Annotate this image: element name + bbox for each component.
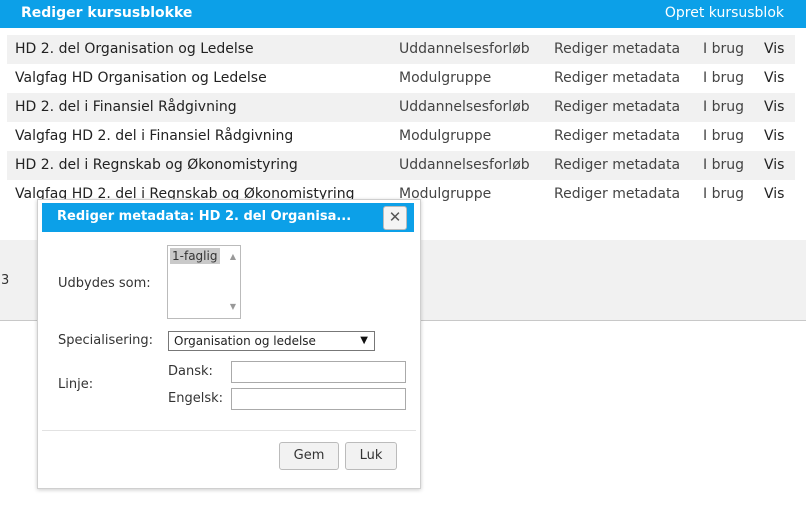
row-name: HD 2. del i Finansiel Rådgivning bbox=[15, 99, 237, 115]
table-row: HD 2. del Organisation og Ledelse Uddann… bbox=[7, 35, 795, 64]
view-link[interactable]: Vis bbox=[764, 128, 784, 144]
row-status: I brug bbox=[703, 41, 744, 57]
listbox-option[interactable]: 1-faglig bbox=[170, 248, 220, 264]
specialization-value: Organisation og ledelse bbox=[174, 334, 316, 348]
view-link[interactable]: Vis bbox=[764, 70, 784, 86]
dialog-header: Rediger metadata: HD 2. del Organisa... … bbox=[42, 203, 414, 232]
edit-metadata-link[interactable]: Rediger metadata bbox=[554, 186, 680, 202]
row-name: HD 2. del i Regnskab og Økonomistyring bbox=[15, 157, 298, 173]
edit-metadata-link[interactable]: Rediger metadata bbox=[554, 128, 680, 144]
partial-number: 3 bbox=[1, 273, 10, 288]
table-row: Valgfag HD 2. del i Finansiel Rådgivning… bbox=[7, 122, 795, 151]
row-status: I brug bbox=[703, 157, 744, 173]
offered-as-listbox[interactable]: 1-faglig ▲ ▼ bbox=[167, 245, 241, 319]
dialog-divider bbox=[42, 430, 416, 431]
page-header: Rediger kursusblokke Opret kursusblok bbox=[0, 0, 806, 28]
row-name: Valgfag HD Organisation og Ledelse bbox=[15, 70, 267, 86]
scroll-down-icon[interactable]: ▼ bbox=[230, 302, 236, 311]
row-type: Modulgruppe bbox=[399, 128, 492, 144]
edit-metadata-link[interactable]: Rediger metadata bbox=[554, 157, 680, 173]
create-course-block-link[interactable]: Opret kursusblok bbox=[665, 5, 784, 21]
table-row: HD 2. del i Finansiel Rådgivning Uddanne… bbox=[7, 93, 795, 122]
view-link[interactable]: Vis bbox=[764, 157, 784, 173]
row-type: Uddannelsesforløb bbox=[399, 41, 530, 57]
chevron-down-icon: ▼ bbox=[360, 335, 368, 346]
english-input[interactable] bbox=[231, 388, 406, 410]
close-button[interactable]: Luk bbox=[345, 442, 397, 470]
row-type: Uddannelsesforløb bbox=[399, 157, 530, 173]
table-row: HD 2. del i Regnskab og Økonomistyring U… bbox=[7, 151, 795, 180]
edit-metadata-dialog: Rediger metadata: HD 2. del Organisa... … bbox=[37, 199, 421, 489]
danish-input[interactable] bbox=[231, 361, 406, 383]
specialization-label: Specialisering: bbox=[58, 333, 154, 348]
edit-metadata-link[interactable]: Rediger metadata bbox=[554, 70, 680, 86]
row-type: Modulgruppe bbox=[399, 70, 492, 86]
table-row: Valgfag HD Organisation og Ledelse Modul… bbox=[7, 64, 795, 93]
row-status: I brug bbox=[703, 99, 744, 115]
edit-metadata-link[interactable]: Rediger metadata bbox=[554, 41, 680, 57]
specialization-select[interactable]: Organisation og ledelse ▼ bbox=[168, 331, 375, 351]
close-icon[interactable]: ✕ bbox=[383, 206, 407, 230]
row-status: I brug bbox=[703, 128, 744, 144]
row-status: I brug bbox=[703, 186, 744, 202]
scroll-up-icon[interactable]: ▲ bbox=[230, 252, 236, 261]
offered-as-label: Udbydes som: bbox=[58, 276, 151, 291]
view-link[interactable]: Vis bbox=[764, 99, 784, 115]
course-block-table: HD 2. del Organisation og Ledelse Uddann… bbox=[7, 35, 795, 209]
danish-label: Dansk: bbox=[168, 364, 213, 379]
row-status: I brug bbox=[703, 70, 744, 86]
page-title: Rediger kursusblokke bbox=[21, 5, 193, 21]
listbox-scrollbar[interactable]: ▲ ▼ bbox=[224, 246, 240, 318]
row-name: Valgfag HD 2. del i Finansiel Rådgivning bbox=[15, 128, 294, 144]
row-type: Uddannelsesforløb bbox=[399, 99, 530, 115]
line-label: Linje: bbox=[58, 377, 94, 392]
dialog-title: Rediger metadata: HD 2. del Organisa... bbox=[57, 209, 352, 224]
row-name: HD 2. del Organisation og Ledelse bbox=[15, 41, 254, 57]
save-button[interactable]: Gem bbox=[279, 442, 339, 470]
view-link[interactable]: Vis bbox=[764, 186, 784, 202]
view-link[interactable]: Vis bbox=[764, 41, 784, 57]
english-label: Engelsk: bbox=[168, 391, 223, 406]
edit-metadata-link[interactable]: Rediger metadata bbox=[554, 99, 680, 115]
